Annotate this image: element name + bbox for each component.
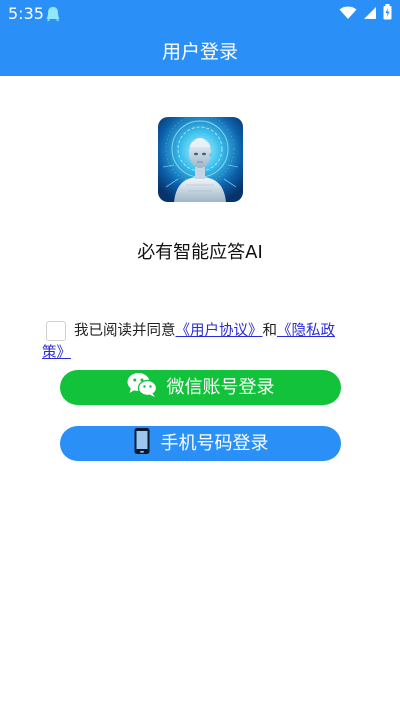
phone-login-label: 手机号码登录 [160, 432, 269, 454]
agree-checkbox[interactable] [46, 321, 66, 341]
app-name: 必有智能应答AI [137, 242, 263, 263]
agreement-text: 我已阅读并同意《用户协议》和《隐私政策》 [42, 320, 342, 364]
agreement-prefix: 我已阅读并同意 [74, 323, 176, 339]
wechat-login-button[interactable]: 微信账号登录 [60, 370, 341, 405]
phone-icon [133, 427, 151, 460]
phone-login-button[interactable]: 手机号码登录 [60, 426, 341, 461]
robot-logo [158, 117, 243, 202]
notification-icon [46, 6, 60, 22]
wechat-icon [127, 372, 157, 403]
status-time: 5:35 [8, 4, 44, 23]
agreement-conjunction: 和 [262, 323, 278, 339]
signal-icon [363, 5, 377, 24]
app-bar: 用户登录 [0, 28, 400, 76]
battery-icon [383, 4, 392, 24]
user-agreement-link[interactable]: 《用户协议》 [176, 323, 263, 339]
wifi-icon [339, 5, 357, 24]
page-title: 用户登录 [161, 41, 238, 63]
status-bar: 5:35 [0, 0, 400, 28]
status-icons [339, 4, 392, 24]
wechat-login-label: 微信账号登录 [166, 376, 275, 398]
